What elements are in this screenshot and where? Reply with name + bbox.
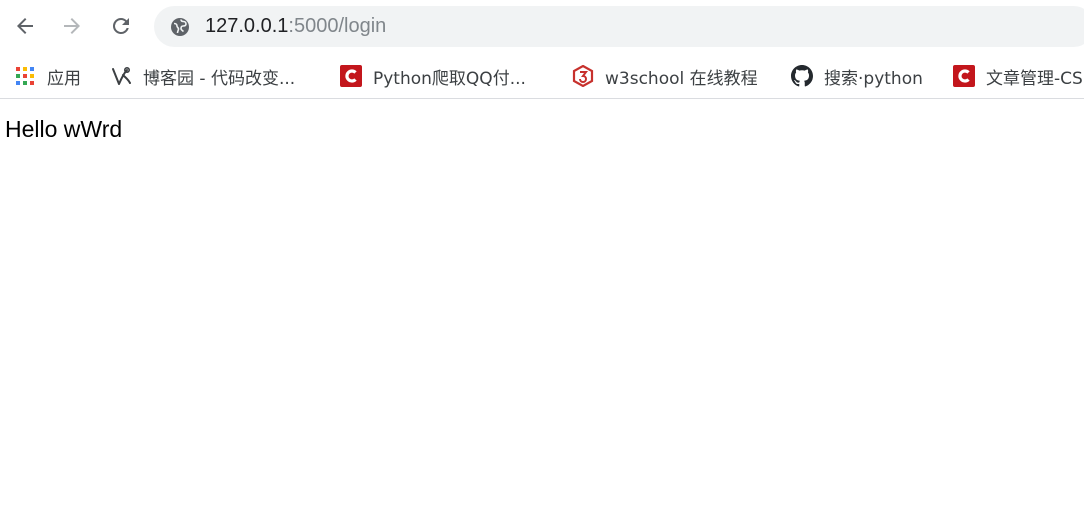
bookmark-w3school[interactable]: w3school 在线教程 [572,54,758,98]
cnblogs-icon [110,65,132,87]
bookmark-label: w3school 在线教程 [605,68,758,89]
page-body-text: Hello wWrd [5,116,123,142]
back-button[interactable] [8,9,42,43]
bookmarks-bar: 应用 博客园 - 代码改变... Python爬取QQ付... w3school [0,54,1084,99]
arrow-right-icon [64,18,80,34]
bookmark-label: 应用 [47,68,81,89]
apps-grid-icon [14,65,36,87]
w3school-icon [572,65,594,87]
reload-button[interactable] [104,9,138,43]
address-bar[interactable]: 127.0.0.1:5000/login [154,6,1084,47]
bookmark-label: 搜索·python [824,68,923,89]
url-path: :5000/login [288,15,387,37]
reload-icon [113,18,129,34]
csdn-icon [340,65,362,87]
bookmark-csdn-articles[interactable]: 文章管理-CS [953,54,1083,98]
bookmark-csdn-python[interactable]: Python爬取QQ付... [340,54,526,98]
csdn-icon [953,65,975,87]
bookmark-github-search[interactable]: 搜索·python [791,54,923,98]
arrow-left-icon [17,18,33,34]
github-icon [791,65,813,87]
browser-toolbar: 127.0.0.1:5000/login [0,0,1084,54]
bookmark-label: Python爬取QQ付... [373,68,526,89]
bookmark-label: 文章管理-CS [986,68,1083,89]
forward-button[interactable] [55,9,89,43]
url-text[interactable]: 127.0.0.1:5000/login [205,6,386,47]
bookmark-cnblogs[interactable]: 博客园 - 代码改变... [110,54,295,98]
bookmark-apps[interactable]: 应用 [14,54,81,98]
url-host: 127.0.0.1 [205,15,289,37]
globe-icon [171,18,189,36]
bookmark-label: 博客园 - 代码改变... [143,68,296,89]
